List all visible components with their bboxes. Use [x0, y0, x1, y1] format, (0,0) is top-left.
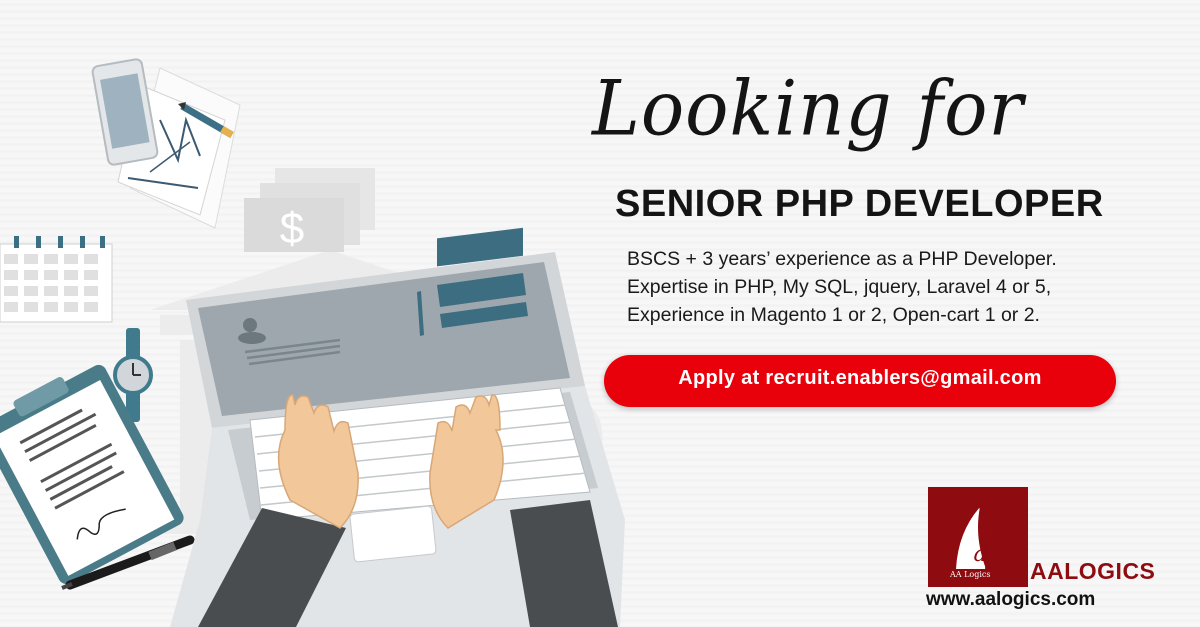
phone-icon: [91, 58, 159, 166]
money-stack-icon: $: [244, 168, 375, 253]
job-title: SENIOR PHP DEVELOPER: [615, 183, 1104, 225]
requirement-line: Experience in Magento 1 or 2, Open-cart …: [627, 304, 1040, 326]
requirement-line: BSCS + 3 years’ experience as a PHP Deve…: [627, 248, 1057, 270]
apply-button-label: Apply at recruit.enablers@gmail.com: [678, 366, 1042, 389]
currency-symbol: $: [280, 204, 304, 253]
svg-text:a: a: [973, 542, 986, 567]
apply-button[interactable]: Apply at recruit.enablers@gmail.com: [604, 355, 1116, 407]
website-link[interactable]: www.aalogics.com: [926, 589, 1095, 611]
logo-text: AA Logics: [950, 570, 991, 579]
job-ad-banner: $ Looking for SENIOR PHP DEVELOPER BSCS …: [0, 0, 1200, 627]
headline: Looking for: [592, 63, 1024, 153]
requirement-line: Expertise in PHP, My SQL, jquery, Larave…: [627, 276, 1052, 298]
calendar-icon: [0, 236, 113, 323]
brand-name: AALOGICS: [1030, 558, 1156, 584]
